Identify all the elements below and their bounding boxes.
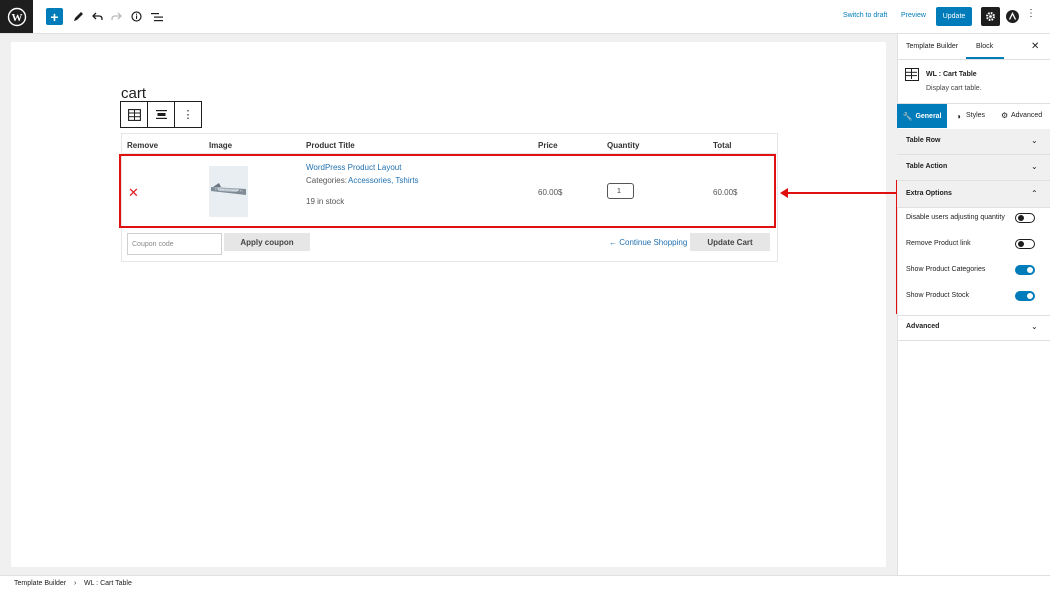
option-show-categories-label: Show Product Categories: [906, 266, 986, 273]
annotation-arrow-head: [780, 188, 788, 198]
header-image: Image: [209, 141, 233, 150]
update-button[interactable]: Update: [936, 7, 972, 26]
panel-extra-options-title: Extra Options: [906, 190, 952, 197]
styles-icon: ◑: [956, 112, 961, 121]
option-disable-quantity-label: Disable users adjusting quantity: [906, 214, 1005, 221]
svg-text:W: W: [11, 12, 22, 24]
tab-block[interactable]: Block: [976, 43, 993, 50]
block-options-button[interactable]: ⋮: [175, 102, 201, 127]
toggle-show-categories[interactable]: [1015, 265, 1035, 275]
breadcrumb-root[interactable]: Template Builder: [14, 580, 66, 587]
panel-advanced-title[interactable]: Advanced: [906, 323, 939, 330]
switch-to-draft-link[interactable]: Switch to draft: [843, 12, 887, 19]
tab-advanced[interactable]: Advanced: [1011, 112, 1042, 119]
header-price: Price: [538, 141, 558, 150]
panel-table-row-title: Table Row: [906, 137, 941, 144]
block-name: WL : Cart Table: [926, 71, 977, 78]
gear-icon: ⚙: [1001, 111, 1009, 120]
table-icon: [905, 68, 919, 81]
header-quantity: Quantity: [607, 141, 640, 150]
wordpress-logo-icon: W: [7, 7, 26, 26]
option-remove-link-label: Remove Product link: [906, 240, 971, 247]
sidebar-divider: [897, 315, 1050, 316]
coupon-code-input[interactable]: Coupon code: [127, 233, 222, 255]
panel-table-action-title: Table Action: [906, 163, 948, 170]
chevron-down-icon: ⌄: [1031, 136, 1038, 145]
toggle-disable-quantity[interactable]: [1015, 213, 1035, 223]
tab-styles[interactable]: Styles: [966, 112, 985, 119]
details-button[interactable]: [128, 8, 145, 25]
wordpress-logo[interactable]: W: [0, 0, 33, 33]
settings-button[interactable]: [981, 7, 1000, 26]
update-cart-button[interactable]: Update Cart: [690, 233, 770, 251]
sidebar-divider: [897, 59, 1050, 60]
info-icon: [131, 11, 142, 22]
tab-general-label: General: [915, 112, 942, 120]
continue-shopping-link[interactable]: ← Continue Shopping: [609, 238, 687, 247]
highlight-cart-row: [119, 154, 776, 228]
annotation-arrow-line: [787, 192, 896, 194]
align-button[interactable]: [148, 102, 175, 127]
block-toolbar: ⋮: [120, 101, 202, 128]
option-show-stock-label: Show Product Stock: [906, 292, 970, 299]
more-vertical-icon: ⋮: [182, 109, 194, 121]
wrench-icon: 🔧: [902, 111, 913, 121]
gear-icon: [985, 11, 996, 22]
pen-icon: [74, 12, 83, 21]
tools-button[interactable]: [70, 8, 87, 25]
list-view-button[interactable]: [148, 8, 165, 25]
plus-icon: +: [50, 8, 59, 25]
header-total: Total: [713, 141, 732, 150]
astra-button[interactable]: [1006, 10, 1019, 23]
table-icon: [127, 108, 141, 121]
redo-button[interactable]: [108, 8, 125, 25]
toggle-remove-product-link[interactable]: [1015, 239, 1035, 249]
sidebar-divider: [897, 340, 1050, 341]
chevron-up-icon: ⌃: [1031, 189, 1038, 198]
align-icon: [155, 110, 167, 119]
block-description: Display cart table.: [926, 85, 982, 92]
preview-link[interactable]: Preview: [901, 12, 926, 19]
header-remove: Remove: [127, 141, 159, 150]
header-product-title: Product Title: [306, 141, 355, 150]
apply-coupon-button[interactable]: Apply coupon: [224, 233, 310, 251]
chevron-down-icon: ⌄: [1031, 322, 1038, 331]
tab-template-builder[interactable]: Template Builder: [906, 43, 958, 50]
astra-icon: [1008, 12, 1017, 20]
block-type-button[interactable]: [121, 102, 148, 127]
close-sidebar-icon[interactable]: ✕: [1031, 41, 1039, 52]
list-view-icon: [150, 12, 163, 21]
breadcrumb: [0, 575, 1050, 591]
more-options-button[interactable]: ⋮: [1026, 9, 1036, 19]
chevron-down-icon: ⌄: [1031, 162, 1038, 171]
undo-button[interactable]: [89, 8, 106, 25]
add-block-button[interactable]: +: [46, 8, 63, 25]
tab-general[interactable]: 🔧 General: [897, 104, 947, 128]
undo-icon: [92, 12, 103, 20]
redo-icon: [111, 12, 122, 20]
more-vertical-icon: ⋮: [1026, 8, 1036, 19]
page-title[interactable]: cart: [121, 85, 146, 102]
toggle-show-stock[interactable]: [1015, 291, 1035, 301]
breadcrumb-separator: ›: [74, 580, 77, 587]
breadcrumb-current[interactable]: WL : Cart Table: [84, 580, 132, 587]
